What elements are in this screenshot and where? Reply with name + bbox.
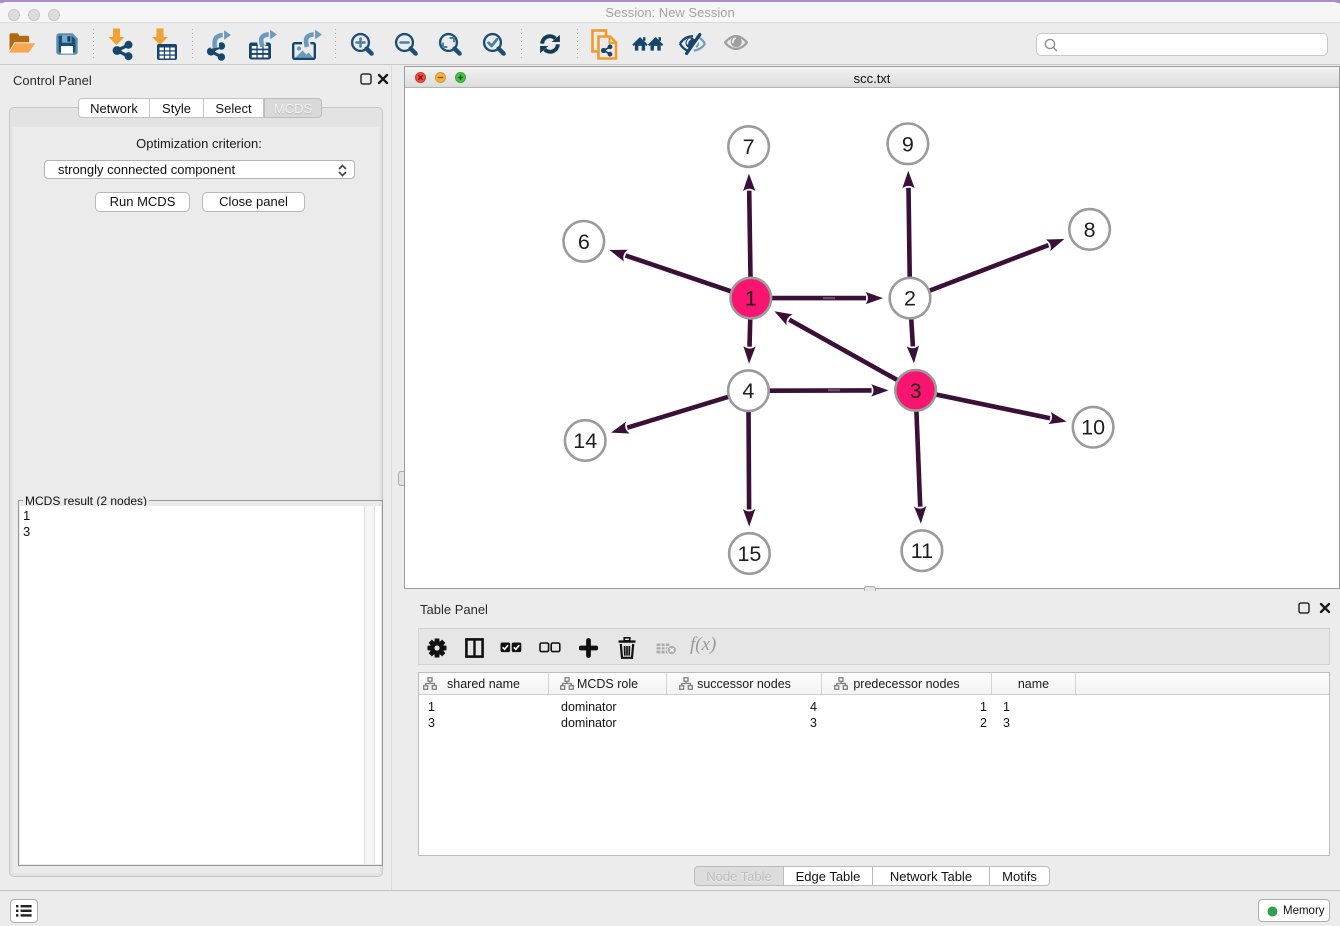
svg-text:6: 6: [578, 230, 590, 254]
svg-text:2: 2: [904, 287, 916, 311]
svg-text:7: 7: [743, 135, 755, 159]
svg-text:11: 11: [911, 539, 933, 563]
svg-text:10: 10: [1081, 416, 1105, 440]
svg-text:3: 3: [910, 379, 922, 403]
svg-text:8: 8: [1084, 218, 1096, 242]
svg-text:9: 9: [902, 132, 914, 156]
svg-text:1: 1: [745, 287, 757, 311]
svg-text:15: 15: [737, 542, 761, 566]
svg-text:4: 4: [742, 379, 754, 403]
svg-text:14: 14: [573, 429, 597, 453]
